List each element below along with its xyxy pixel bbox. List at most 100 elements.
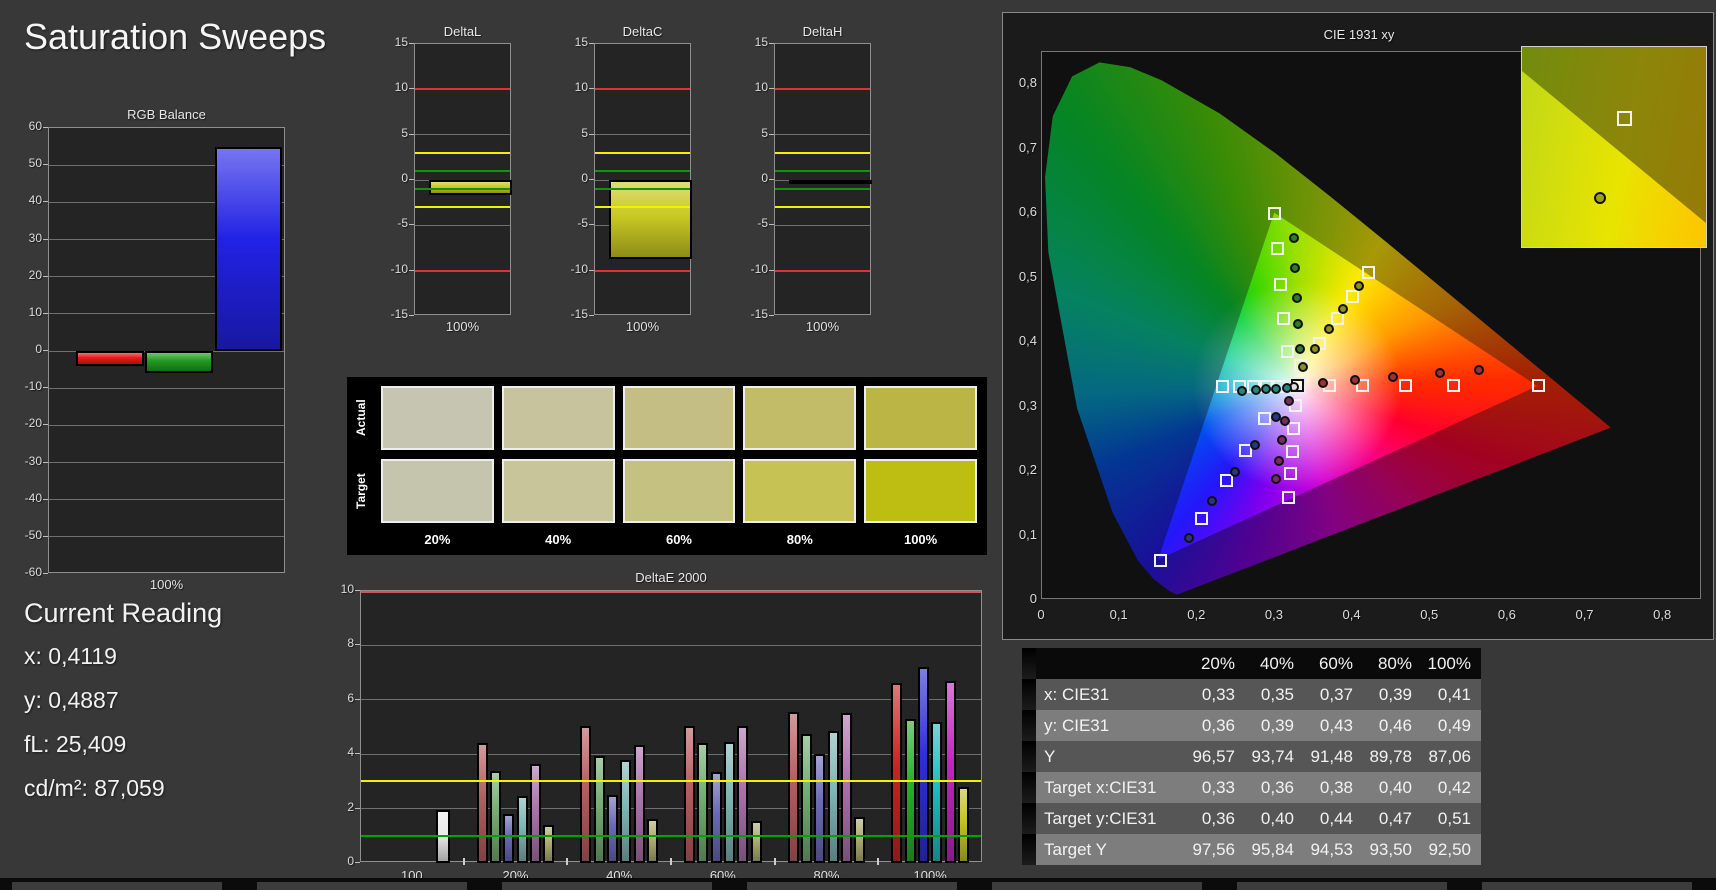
deltae-group-tick — [877, 858, 880, 865]
rgb-balance-chart: RGB Balance 100% 60 50 40 30 20 10 0 -10 -20 -30 -… — [10, 103, 302, 603]
cie-measured-green — [1289, 232, 1300, 243]
reference-line — [775, 88, 870, 91]
bar — [76, 351, 144, 366]
cie-measured-yellow — [1310, 343, 1321, 354]
table-cell: 0,40 — [1245, 803, 1304, 834]
target-swatch-80% — [743, 459, 857, 523]
deltae2000-chart: DeltaE 2000 10 8 6 4 2 0 100 20% 40% 60% 80% 100% — [330, 564, 992, 883]
cie-measured-magenta — [1280, 415, 1291, 426]
cie-y-tick-label: 0,2 — [1018, 462, 1037, 478]
y-tick-label: -40 — [24, 490, 42, 505]
y-tick-mark — [355, 590, 360, 591]
reference-line — [775, 269, 870, 272]
delta-h-title: DeltaH — [802, 24, 843, 39]
table-cell: 91,48 — [1304, 741, 1363, 772]
cie-x-tick-label: 0,4 — [1342, 607, 1361, 622]
cie-x-tick-label: 0,7 — [1575, 607, 1594, 622]
deltae-bar — [620, 759, 632, 863]
cie-target-yellow — [1330, 311, 1344, 325]
gridline — [49, 462, 284, 463]
gridline — [775, 134, 870, 136]
deltae-bar — [593, 755, 605, 863]
deltae2000-plot — [360, 590, 982, 863]
table-cell: 0,37 — [1304, 679, 1363, 710]
reference-line — [415, 206, 510, 209]
target-swatch-40% — [501, 459, 615, 523]
cie-y-tick-label: 0,7 — [1018, 139, 1037, 155]
y-tick-label: -5 — [397, 216, 408, 231]
y-tick-mark — [589, 179, 594, 180]
y-tick-mark — [589, 133, 594, 135]
delta-l-chart: DeltaL 100% 15 10 5 0 -5 -10 -15 — [362, 20, 516, 336]
bar — [214, 146, 283, 351]
cie-target-blue — [1195, 511, 1209, 525]
gridline — [415, 134, 510, 136]
y-tick-label: 8 — [347, 636, 354, 651]
y-tick-mark — [589, 88, 594, 90]
bottom-window-strip-segments — [0, 882, 1716, 890]
cie-1931-panel: CIE 1931 xy 0 0,1 0,2 0,3 0,4 0,5 0,6 0,7 0,8 0 0,… — [1002, 12, 1714, 640]
current-reading-block: Current Reading x: 0,4119 y: 0,4887 fL: … — [24, 598, 222, 819]
y-tick-mark — [43, 498, 48, 500]
deltae-bar — [633, 744, 645, 863]
table-cell: 0,44 — [1304, 803, 1363, 834]
rgb-balance-plot — [48, 127, 285, 573]
rgb-balance-title: RGB Balance — [127, 107, 206, 122]
deltae-bar — [814, 754, 826, 863]
table-cell: 0,38 — [1304, 772, 1363, 803]
target-row-label: Target — [354, 473, 368, 509]
y-tick-label: -10 — [750, 261, 768, 276]
reference-line — [775, 169, 870, 172]
table-row-gutter — [1022, 772, 1036, 803]
y-tick-label: 20 — [28, 267, 42, 282]
table-cell: 0,33 — [1186, 679, 1245, 710]
y-tick-label: -5 — [757, 216, 768, 231]
deltae-reference-line — [361, 834, 981, 837]
deltae-group-tick — [462, 858, 465, 865]
cie-zoom-inset — [1521, 46, 1707, 248]
delta-l-title: DeltaL — [443, 24, 482, 39]
y-tick-mark — [355, 862, 360, 863]
table-cell: 0,51 — [1422, 803, 1481, 834]
table-row-gutter — [1022, 710, 1036, 741]
gridline — [49, 499, 284, 501]
deltae-bar — [904, 718, 916, 863]
y-tick-label: 10 — [394, 80, 408, 95]
saturation-swatches-panel: Actual Target 20% 40% 60% 80% 100% — [347, 377, 987, 555]
reference-line — [595, 88, 690, 91]
y-tick-mark — [355, 807, 360, 809]
reference-line — [775, 206, 870, 209]
cie-measured-red — [1387, 371, 1398, 382]
cie-x-tick-label: 0,6 — [1497, 607, 1516, 622]
reading-cdm2: cd/m²: 87,059 — [24, 775, 165, 801]
actual-row-label: Actual — [354, 399, 368, 437]
table-cell: 0,36 — [1186, 803, 1245, 834]
y-tick-label: 50 — [28, 156, 42, 171]
deltae-bar — [710, 771, 722, 863]
y-tick-mark — [409, 133, 414, 135]
y-tick-mark — [769, 179, 774, 180]
table-cell: 0,36 — [1186, 710, 1245, 741]
y-tick-label: 10 — [754, 80, 768, 95]
y-tick-mark — [43, 127, 48, 128]
reference-line — [415, 269, 510, 272]
table-row-label: Target x:CIE31 — [1036, 772, 1186, 803]
actual-swatch-80% — [743, 386, 857, 450]
table-header-gutter — [1022, 648, 1036, 679]
y-tick-label: 5 — [761, 125, 768, 140]
y-tick-mark — [589, 269, 594, 271]
deltae-bar — [750, 820, 762, 863]
y-tick-label: 4 — [347, 745, 354, 760]
current-reading-title: Current Reading — [24, 598, 223, 628]
cie-y-tick-label: 0,4 — [1018, 333, 1037, 349]
y-tick-mark — [43, 164, 48, 166]
swatch-label-spacer — [349, 532, 373, 550]
table-header-col: 80% — [1363, 648, 1422, 679]
bar — [608, 180, 692, 259]
deltae-bar — [840, 713, 852, 863]
delta-h-plot — [774, 43, 872, 315]
delta-c-title: DeltaC — [622, 24, 663, 39]
delta-h-xlabel: 100% — [805, 319, 840, 334]
y-tick-mark — [43, 461, 48, 463]
y-tick-label: -15 — [750, 307, 768, 321]
